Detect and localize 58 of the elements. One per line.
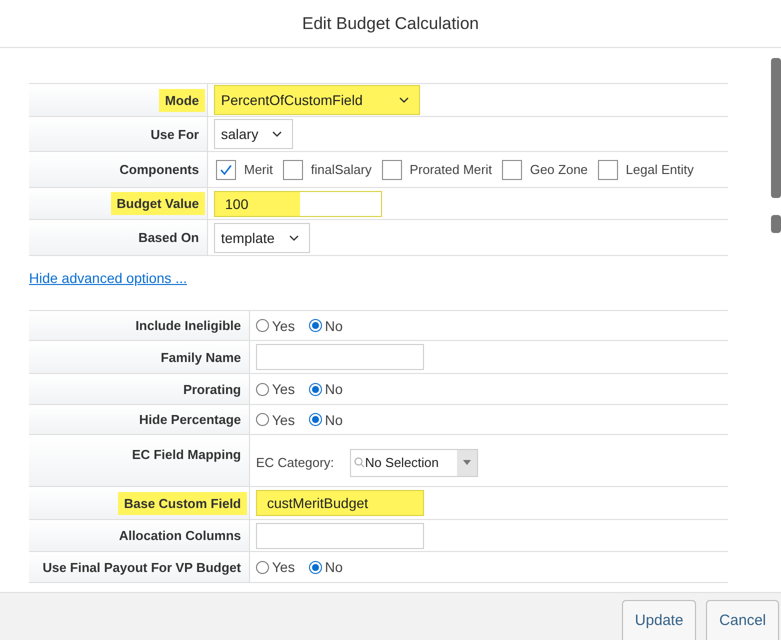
field-label: Use Final Payout For VP Budget [42,558,242,577]
checkbox[interactable] [282,160,303,180]
field-label: EC Category: [256,455,334,470]
dialog-button[interactable]: Cancel [706,600,779,640]
dropdown[interactable]: template [214,222,310,252]
hide-advanced-link[interactable]: Hide advanced options ... [29,270,187,286]
field-label: Family Name [160,348,242,367]
field-label: Components [118,161,200,179]
radio-button[interactable] [308,560,322,574]
radio-button[interactable] [256,413,269,426]
field-label: Based On [137,229,200,247]
dialog-button[interactable]: Update [622,600,696,640]
radio-option[interactable]: No [308,559,343,575]
checkbox[interactable] [216,160,236,180]
dropdown[interactable]: salary [214,119,294,149]
field-label: Hide Percentage [138,411,242,429]
radio-button[interactable] [308,319,322,332]
radio-option[interactable]: No [308,318,343,334]
field-label: Budget Value [110,192,205,215]
radio-option[interactable]: Yes [256,318,295,334]
chevron-down-icon [288,234,299,240]
dropdown[interactable]: PercentOfCustomField [214,85,420,115]
checkbox-label: Merit [244,162,273,177]
field-label: Prorating [182,380,242,399]
input-field[interactable] [256,344,424,370]
radio-option[interactable]: No [308,381,343,397]
radio-option[interactable]: Yes [256,412,295,428]
field-label: Base Custom Field [118,492,247,514]
radio-button[interactable] [256,560,269,574]
combo-box[interactable]: No Selection [350,448,478,476]
checkbox[interactable] [598,160,618,180]
field-label: Use For [150,126,200,144]
checkbox-label: finalSalary [310,162,372,177]
field-label: Allocation Columns [118,527,242,545]
radio-button[interactable] [256,319,269,332]
radio-option[interactable]: No [308,412,343,428]
radio-button[interactable] [256,382,269,396]
chevron-down-icon [272,131,282,137]
checkbox-label: Legal Entity [626,162,694,177]
check-icon [219,164,233,176]
field-label: Include Ineligible [134,317,242,335]
input-field[interactable]: custMeritBudget [256,490,424,516]
checkbox-label: Geo Zone [530,162,588,177]
checkbox-label: Prorated Merit [410,162,492,177]
checkbox[interactable] [502,160,522,180]
field-label: EC Field Mapping [130,446,242,464]
caret-icon [463,460,472,465]
radio-option[interactable]: Yes [256,381,295,397]
radio-option[interactable]: Yes [256,559,295,575]
dialog-title: Edit Budget Calculation [302,14,479,34]
input-field[interactable]: 100 [214,190,382,216]
field-label: Mode [159,88,205,112]
search-icon [354,457,366,468]
chevron-down-icon [399,97,409,103]
checkbox[interactable] [382,160,402,180]
radio-button[interactable] [308,382,322,396]
radio-button[interactable] [308,413,322,426]
input-field[interactable] [256,522,424,548]
